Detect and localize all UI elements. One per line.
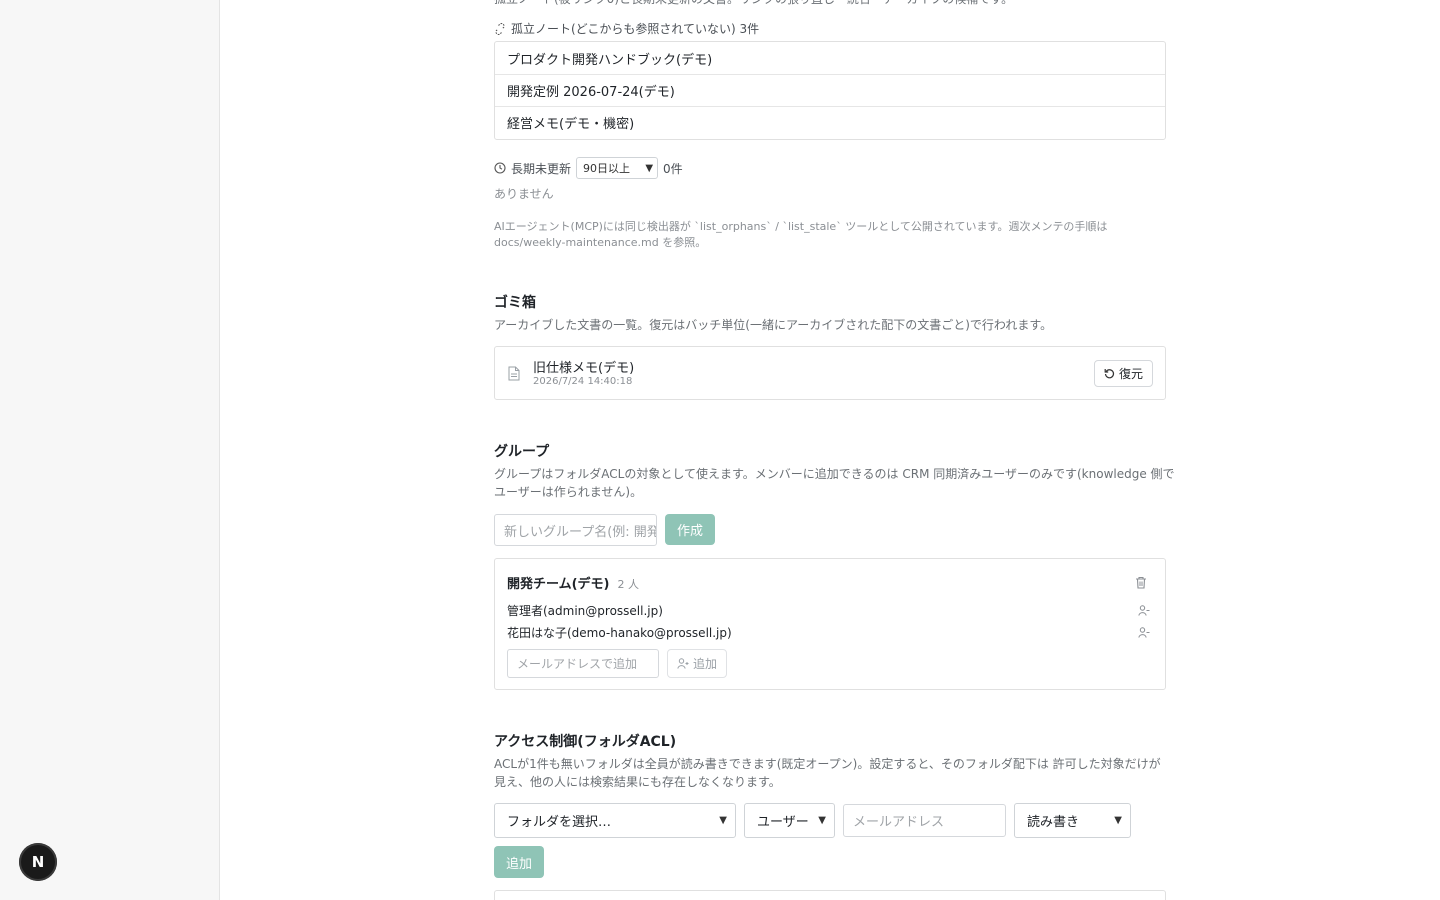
next-dev-badge[interactable]: N	[19, 843, 57, 881]
add-member-label: 追加	[693, 657, 718, 671]
mcp-note: AIエージェント(MCP)には同じ検出器が `list_orphans` / `…	[494, 219, 1166, 251]
group-member: 管理者(admin@prossell.jp)	[507, 604, 663, 618]
restore-button[interactable]: 復元	[1093, 360, 1153, 387]
stale-days-value: 90日以上	[583, 162, 631, 175]
chevron-down-icon: ▼	[719, 815, 727, 826]
add-member-button[interactable]: 追加	[667, 649, 728, 678]
principal-type-value: ユーザー	[757, 815, 809, 830]
orphans-header: 孤立ノート(どこからも参照されていない) 3件	[494, 20, 759, 37]
group-member: 花田はな子(demo-hanako@prossell.jp)	[507, 626, 732, 640]
acl-desc-line1: ACLが1件も無いフォルダは全員が読み書きできます(既定オープン)。設定すると、…	[494, 757, 1161, 771]
acl-description: ACLが1件も無いフォルダは全員が読み書きできます(既定オープン)。設定すると、…	[494, 755, 1166, 791]
group-member-count: 2 人	[617, 578, 640, 591]
trash-item-date: 2026/7/24 14:40:18	[533, 376, 633, 387]
clock-icon	[494, 162, 506, 174]
trash-icon[interactable]	[1135, 576, 1147, 589]
trash-title: ゴミ箱	[494, 295, 536, 311]
trash-item: 旧仕様メモ(デモ) 2026/7/24 14:40:18 復元	[494, 346, 1166, 400]
orphan-item-title: 開発定例 2026-07-24(デモ)	[507, 85, 675, 100]
maintenance-description: 孤立ノート(被リンク0)と長期未更新の文書。リンクの張り直し・統合・アーカイブの…	[494, 0, 1166, 8]
stale-count: 0件	[663, 161, 683, 176]
group-name: 開発チーム(デモ)	[507, 577, 610, 592]
stale-label: 長期未更新	[511, 161, 572, 176]
trash-item-title: 旧仕様メモ(デモ)	[533, 361, 635, 376]
create-group-button[interactable]: 作成	[665, 514, 715, 545]
chevron-down-icon: ▼	[645, 162, 654, 174]
member-email-input[interactable]: メールアドレスで追加	[507, 649, 659, 678]
group-card: 開発チーム(デモ) 2 人 管理者(admin@prossell.jp) 花田は…	[494, 558, 1166, 690]
acl-desc-line2: 見え、他の人には検索結果にも存在しなくなります。	[494, 775, 781, 789]
folder-select[interactable]: フォルダを選択… ▼	[494, 803, 736, 838]
acl-title: アクセス制御(フォルダACL)	[494, 734, 677, 750]
trash-description: アーカイブした文書の一覧。復元はバッチ単位(一緒にアーカイブされた配下の文書ごと…	[494, 318, 1053, 332]
orphan-item-title: 経営メモ(デモ・機密)	[507, 117, 635, 132]
sidebar	[0, 0, 220, 900]
acl-list	[494, 890, 1166, 900]
groups-desc-line1: グループはフォルダACLの対象として使えます。メンバーに追加できるのは CRM …	[494, 467, 1175, 481]
restore-icon	[1104, 369, 1115, 379]
mcp-note-line1: AIエージェント(MCP)には同じ検出器が `list_orphans` / `…	[494, 220, 1108, 233]
principal-type-select[interactable]: ユーザー ▼	[744, 803, 835, 838]
acl-email-input[interactable]: メールアドレス	[843, 804, 1006, 837]
document-icon	[508, 366, 520, 381]
folder-select-value: フォルダを選択…	[507, 815, 612, 830]
orphans-list: プロダクト開発ハンドブック(デモ) 開発定例 2026-07-24(デモ) 経営…	[494, 41, 1166, 140]
acl-add-button[interactable]: 追加	[494, 846, 544, 878]
chevron-down-icon: ▼	[818, 815, 826, 826]
stale-days-select[interactable]: 90日以上 ▼	[576, 157, 659, 179]
group-header: 開発チーム(デモ) 2 人	[507, 573, 639, 592]
permission-value: 読み書き	[1027, 815, 1080, 830]
stale-empty: ありません	[494, 187, 554, 201]
permission-select[interactable]: 読み書き ▼	[1014, 803, 1131, 838]
remove-user-icon[interactable]	[1138, 627, 1150, 638]
unlink-icon	[495, 22, 505, 35]
add-user-icon	[677, 658, 689, 669]
restore-label: 復元	[1118, 367, 1143, 381]
new-group-input[interactable]: 新しいグループ名(例: 開発	[494, 514, 657, 546]
stale-header: 長期未更新 90日以上 ▼ 0件	[494, 157, 683, 179]
groups-desc-line2: ユーザーは作られません)。	[494, 485, 643, 499]
orphan-item[interactable]: 経営メモ(デモ・機密)	[495, 106, 1165, 138]
groups-title: グループ	[494, 444, 550, 460]
orphan-item[interactable]: プロダクト開発ハンドブック(デモ)	[495, 42, 1165, 74]
chevron-down-icon: ▼	[1114, 815, 1122, 826]
groups-description: グループはフォルダACLの対象として使えます。メンバーに追加できるのは CRM …	[494, 465, 1175, 501]
orphan-item[interactable]: 開発定例 2026-07-24(デモ)	[495, 74, 1165, 106]
remove-user-icon[interactable]	[1138, 605, 1150, 616]
orphan-item-title: プロダクト開発ハンドブック(デモ)	[507, 52, 713, 68]
mcp-note-line2: docs/weekly-maintenance.md を参照。	[494, 236, 707, 249]
orphans-label: 孤立ノート(どこからも参照されていない) 3件	[511, 22, 760, 36]
